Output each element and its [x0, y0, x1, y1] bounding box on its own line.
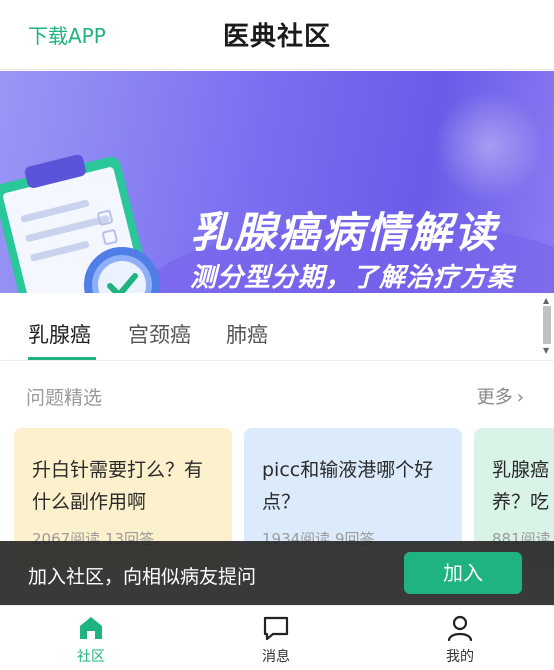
join-button[interactable]: 加入 — [404, 552, 522, 594]
join-community-bar: 加入社区，向相似病友提问 加入 — [0, 541, 554, 605]
home-icon — [80, 617, 102, 639]
nav-label: 消息 — [262, 649, 290, 665]
section-title: 问题精选 — [26, 387, 103, 409]
question-text: picc和输液港哪个好点？ — [262, 459, 434, 513]
message-icon — [263, 616, 289, 641]
tab-lung-cancer[interactable]: 肺癌 — [226, 319, 268, 349]
question-text: 乳腺癌养？吃 — [492, 459, 550, 513]
banner-subline: 测分型分期，了解治疗方案 — [190, 263, 515, 293]
nav-label: 社区 — [77, 649, 105, 665]
bottom-nav: 社区 消息 我的 — [0, 605, 554, 670]
nav-item-messages[interactable]: 消息 — [236, 614, 316, 666]
join-prompt-text: 加入社区，向相似病友提问 — [28, 566, 257, 588]
tab-breast-cancer[interactable]: 乳腺癌 — [28, 319, 91, 349]
more-label: 更多 — [476, 387, 513, 408]
nav-item-profile[interactable]: 我的 — [420, 614, 500, 666]
nav-label: 我的 — [446, 649, 474, 665]
more-link[interactable]: 更多 › — [477, 383, 524, 409]
scrollbar[interactable]: ▲ ▼ — [541, 296, 552, 356]
scrollbar-thumb[interactable] — [543, 306, 551, 344]
scroll-up-arrow-icon[interactable]: ▲ — [543, 296, 549, 305]
banner-glow — [434, 91, 544, 201]
nav-item-community[interactable]: 社区 — [51, 614, 131, 666]
chevron-right-icon: › — [516, 387, 524, 408]
banner-headline: 乳腺癌病情解读 — [190, 208, 499, 257]
top-header: 下载APP 医典社区 — [0, 0, 554, 70]
clipboard-illustration-icon — [0, 155, 163, 293]
page-title: 医典社区 — [222, 22, 331, 52]
question-text: 升白针需要打么？有什么副作用啊 — [32, 459, 204, 513]
profile-icon — [447, 615, 473, 642]
tab-cervical-cancer[interactable]: 宫颈癌 — [128, 319, 191, 349]
cancer-type-tabs: 乳腺癌 宫颈癌 肺癌 — [0, 293, 554, 361]
active-tab-indicator — [28, 357, 96, 360]
scroll-down-arrow-icon[interactable]: ▼ — [543, 346, 549, 355]
promo-banner[interactable]: 乳腺癌病情解读 测分型分期，了解治疗方案 — [0, 71, 554, 293]
